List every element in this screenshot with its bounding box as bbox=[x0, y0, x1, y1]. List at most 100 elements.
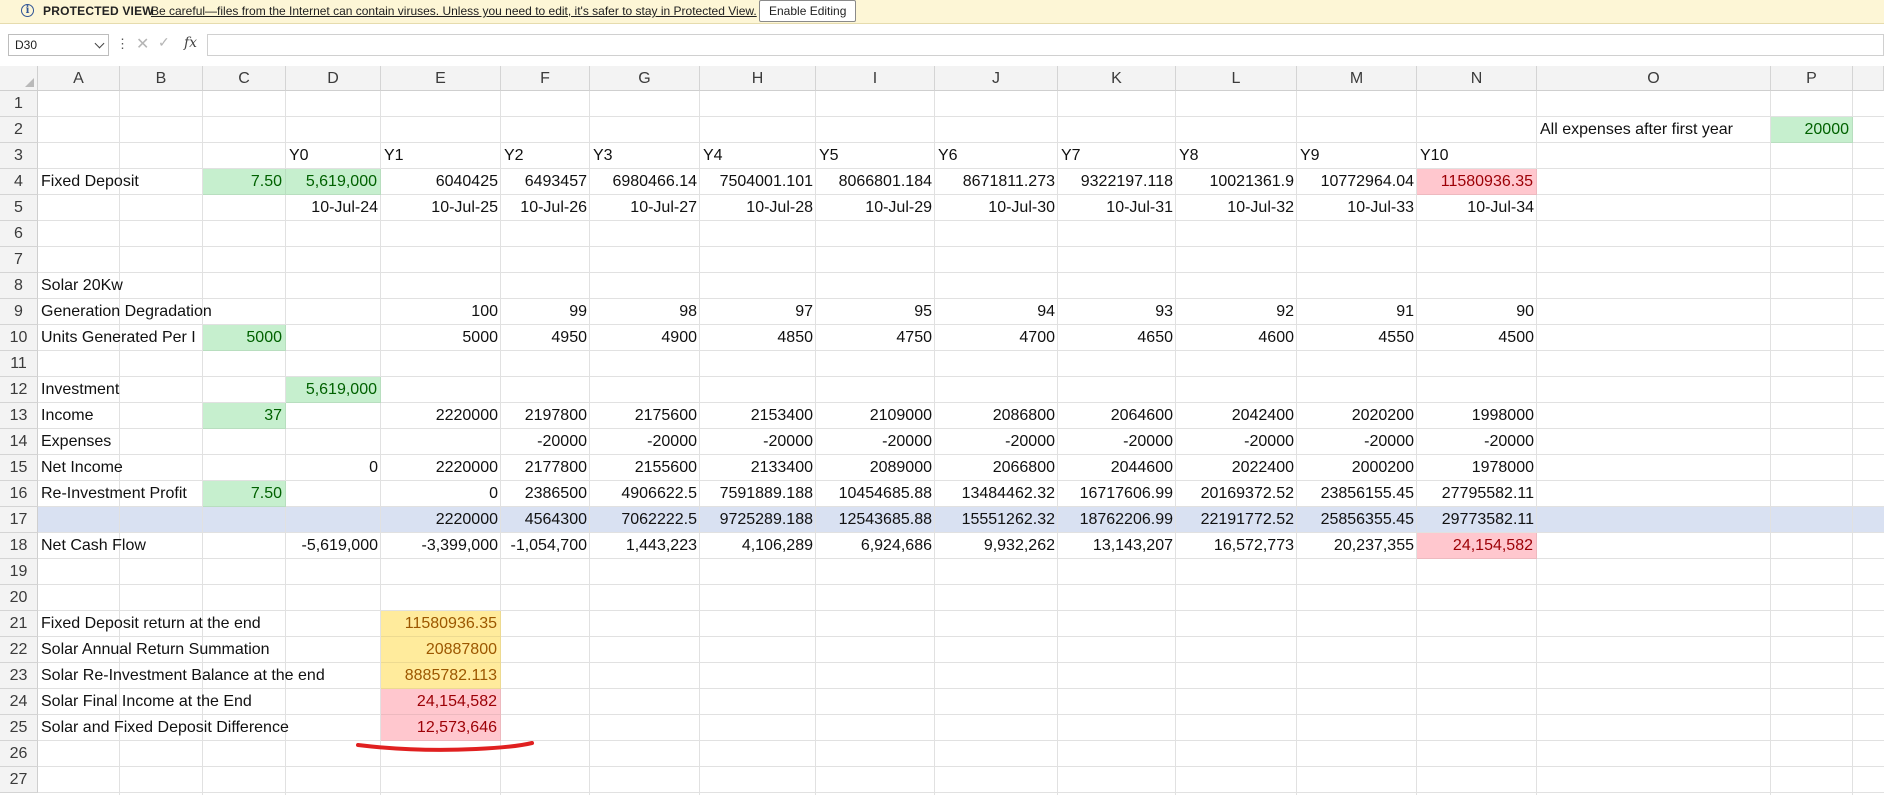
cell-J9[interactable]: 94 bbox=[935, 299, 1058, 325]
row-header-22[interactable]: 22 bbox=[0, 637, 38, 663]
cell-N5[interactable]: 10-Jul-34 bbox=[1417, 195, 1537, 221]
select-all-corner[interactable] bbox=[0, 66, 38, 91]
cell-E15[interactable]: 2220000 bbox=[381, 455, 501, 481]
row-header-23[interactable]: 23 bbox=[0, 663, 38, 689]
cell-L16[interactable]: 20169372.52 bbox=[1176, 481, 1297, 507]
cell-E5[interactable]: 10-Jul-25 bbox=[381, 195, 501, 221]
row-header-9[interactable]: 9 bbox=[0, 299, 38, 325]
cell-L4[interactable]: 10021361.9 bbox=[1176, 169, 1297, 195]
cell-J4[interactable]: 8671811.273 bbox=[935, 169, 1058, 195]
cell-A10[interactable]: Units Generated Per I bbox=[38, 325, 199, 351]
row-header-15[interactable]: 15 bbox=[0, 455, 38, 481]
row-header-4[interactable]: 4 bbox=[0, 169, 38, 195]
row-header-16[interactable]: 16 bbox=[0, 481, 38, 507]
cell-D4[interactable]: 5,619,000 bbox=[286, 169, 381, 195]
cell-A25[interactable]: Solar and Fixed Deposit Difference bbox=[38, 715, 292, 741]
cell-N10[interactable]: 4500 bbox=[1417, 325, 1537, 351]
cell-K15[interactable]: 2044600 bbox=[1058, 455, 1176, 481]
cell-L15[interactable]: 2022400 bbox=[1176, 455, 1297, 481]
cell-E9[interactable]: 100 bbox=[381, 299, 501, 325]
column-header-M[interactable]: M bbox=[1297, 66, 1417, 91]
row-header-21[interactable]: 21 bbox=[0, 611, 38, 637]
cell-grid[interactable]: All expenses after first year 20000 Y0 Y1 Y2… bbox=[38, 91, 1884, 795]
cell-E10[interactable]: 5000 bbox=[381, 325, 501, 351]
cell-M14[interactable]: -20000 bbox=[1297, 429, 1417, 455]
row-header-12[interactable]: 12 bbox=[0, 377, 38, 403]
cell-G3[interactable]: Y3 bbox=[590, 143, 700, 169]
cell-M18[interactable]: 20,237,355 bbox=[1297, 533, 1417, 559]
cell-I5[interactable]: 10-Jul-29 bbox=[816, 195, 935, 221]
cell-H10[interactable]: 4850 bbox=[700, 325, 816, 351]
cell-N18[interactable]: 24,154,582 bbox=[1417, 533, 1537, 559]
cell-A22[interactable]: Solar Annual Return Summation bbox=[38, 637, 273, 663]
cell-I16[interactable]: 10454685.88 bbox=[816, 481, 935, 507]
row-header-5[interactable]: 5 bbox=[0, 195, 38, 221]
column-header-F[interactable]: F bbox=[501, 66, 590, 91]
cell-K4[interactable]: 9322197.118 bbox=[1058, 169, 1176, 195]
cell-C16[interactable]: 7.50 bbox=[203, 481, 286, 507]
cell-M13[interactable]: 2020200 bbox=[1297, 403, 1417, 429]
cell-J13[interactable]: 2086800 bbox=[935, 403, 1058, 429]
cell-D15[interactable]: 0 bbox=[286, 455, 381, 481]
name-box[interactable]: D30 bbox=[8, 34, 109, 56]
column-header-I[interactable]: I bbox=[816, 66, 935, 91]
cell-E17[interactable]: 2220000 bbox=[381, 507, 501, 533]
enable-editing-button[interactable]: Enable Editing bbox=[759, 0, 857, 22]
cell-M9[interactable]: 91 bbox=[1297, 299, 1417, 325]
cell-F14[interactable]: -20000 bbox=[501, 429, 590, 455]
cell-E23[interactable]: 8885782.113 bbox=[381, 663, 501, 689]
cell-G15[interactable]: 2155600 bbox=[590, 455, 700, 481]
column-header-H[interactable]: H bbox=[700, 66, 816, 91]
cell-E13[interactable]: 2220000 bbox=[381, 403, 501, 429]
row-header-7[interactable]: 7 bbox=[0, 247, 38, 273]
cell-I10[interactable]: 4750 bbox=[816, 325, 935, 351]
cell-F3[interactable]: Y2 bbox=[501, 143, 590, 169]
cell-A14[interactable]: Expenses bbox=[38, 429, 120, 455]
column-header-D[interactable]: D bbox=[286, 66, 381, 91]
cell-G5[interactable]: 10-Jul-27 bbox=[590, 195, 700, 221]
cell-G17[interactable]: 7062222.5 bbox=[590, 507, 700, 533]
row-header-25[interactable]: 25 bbox=[0, 715, 38, 741]
cell-N13[interactable]: 1998000 bbox=[1417, 403, 1537, 429]
cell-J16[interactable]: 13484462.32 bbox=[935, 481, 1058, 507]
cell-K16[interactable]: 16717606.99 bbox=[1058, 481, 1176, 507]
cell-M17[interactable]: 25856355.45 bbox=[1297, 507, 1417, 533]
cell-N9[interactable]: 90 bbox=[1417, 299, 1537, 325]
column-header-K[interactable]: K bbox=[1058, 66, 1176, 91]
cell-D18[interactable]: -5,619,000 bbox=[286, 533, 381, 559]
row-header-18[interactable]: 18 bbox=[0, 533, 38, 559]
column-header-O[interactable]: O bbox=[1537, 66, 1771, 91]
cell-N3[interactable]: Y10 bbox=[1417, 143, 1537, 169]
cell-O2[interactable]: All expenses after first year bbox=[1537, 117, 1771, 143]
cell-H16[interactable]: 7591889.188 bbox=[700, 481, 816, 507]
cell-H15[interactable]: 2133400 bbox=[700, 455, 816, 481]
cell-E16[interactable]: 0 bbox=[381, 481, 501, 507]
cell-P2[interactable]: 20000 bbox=[1771, 117, 1853, 143]
cell-H13[interactable]: 2153400 bbox=[700, 403, 816, 429]
cell-I17[interactable]: 12543685.88 bbox=[816, 507, 935, 533]
cell-L10[interactable]: 4600 bbox=[1176, 325, 1297, 351]
cell-K3[interactable]: Y7 bbox=[1058, 143, 1176, 169]
row-header-8[interactable]: 8 bbox=[0, 273, 38, 299]
cell-C4[interactable]: 7.50 bbox=[203, 169, 286, 195]
cell-J18[interactable]: 9,932,262 bbox=[935, 533, 1058, 559]
row-header-3[interactable]: 3 bbox=[0, 143, 38, 169]
cell-I18[interactable]: 6,924,686 bbox=[816, 533, 935, 559]
cell-H4[interactable]: 7504001.101 bbox=[700, 169, 816, 195]
column-header-N[interactable]: N bbox=[1417, 66, 1537, 91]
cell-G14[interactable]: -20000 bbox=[590, 429, 700, 455]
cell-G10[interactable]: 4900 bbox=[590, 325, 700, 351]
cell-J14[interactable]: -20000 bbox=[935, 429, 1058, 455]
cell-A8[interactable]: Solar 20Kw bbox=[38, 273, 126, 299]
cell-M5[interactable]: 10-Jul-33 bbox=[1297, 195, 1417, 221]
cell-E21[interactable]: 11580936.35 bbox=[381, 611, 501, 637]
more-options-icon[interactable]: ⋮ bbox=[116, 36, 129, 52]
cell-L14[interactable]: -20000 bbox=[1176, 429, 1297, 455]
cell-N4[interactable]: 11580936.35 bbox=[1417, 169, 1537, 195]
cell-F4[interactable]: 6493457 bbox=[501, 169, 590, 195]
cell-A21[interactable]: Fixed Deposit return at the end bbox=[38, 611, 264, 637]
cell-L3[interactable]: Y8 bbox=[1176, 143, 1297, 169]
cell-A9[interactable]: Generation Degradation bbox=[38, 299, 215, 325]
cell-C13[interactable]: 37 bbox=[203, 403, 286, 429]
row-header-14[interactable]: 14 bbox=[0, 429, 38, 455]
